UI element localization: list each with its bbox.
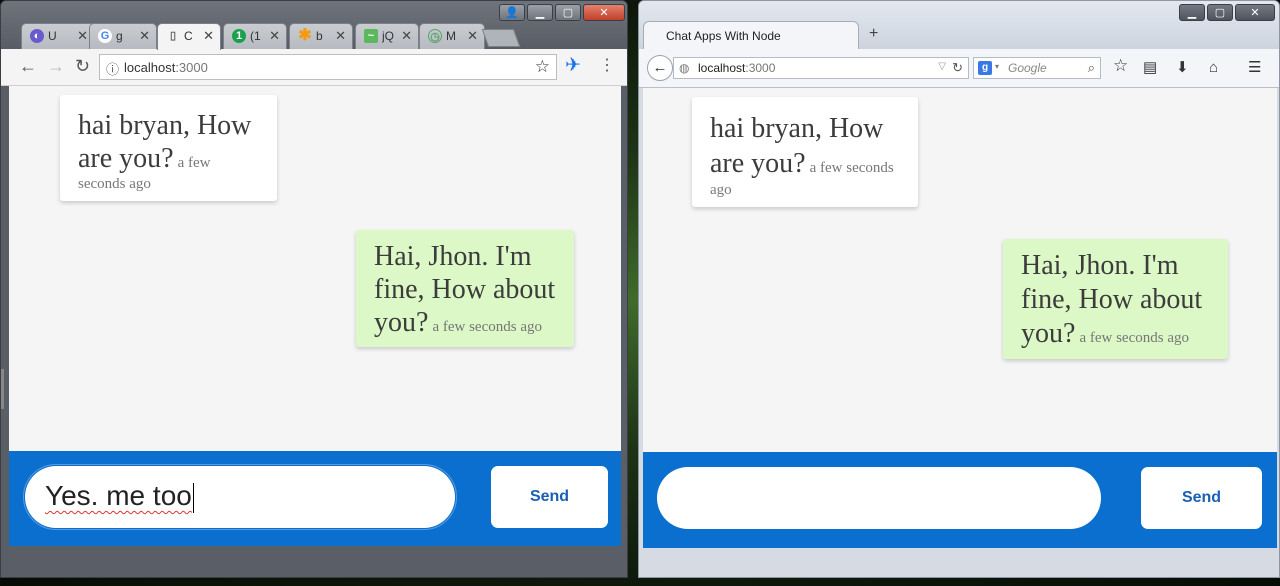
info-icon: ⓘ [106,62,120,77]
close-icon[interactable]: ✕ [467,28,478,44]
close-icon[interactable]: ✕ [335,28,346,44]
star-icon[interactable]: ☆ [535,57,550,77]
send-button[interactable]: Send [1141,467,1262,529]
chevron-down-icon[interactable]: ▾ [995,62,999,71]
composer-bar: Send [643,452,1277,548]
close-window-button[interactable]: ✕ [1235,4,1275,21]
tab-4[interactable]: 1 (1 ✕ [223,23,287,49]
new-tab-button[interactable] [481,29,521,47]
user-icon[interactable]: 👤 [499,4,525,21]
message-input[interactable] [657,467,1101,529]
message-incoming: hai bryan, How are you? a few seconds ag… [692,97,918,207]
asterisk-icon: ✱ [298,27,312,44]
bookmarks-list-icon[interactable]: ▤ [1143,60,1157,75]
search-placeholder: Google [1008,61,1047,75]
tab-3-active[interactable]: ▯ C ✕ [157,23,221,50]
tab-5[interactable]: ✱ b ✕ [289,23,353,49]
scrollbar[interactable] [1,369,4,409]
globe-icon: ◍ [679,61,690,75]
tab-label: b [316,29,323,43]
address-bar[interactable]: ◍ localhost:3000 ▽ ↻ [673,57,969,79]
window-controls: ▁ ▢ ✕ [1179,4,1275,22]
message-input[interactable]: Yes. me too [23,464,457,530]
tab-7[interactable]: ◷ M ✕ [419,23,485,49]
airplane-icon[interactable]: ✈ [565,56,581,75]
spinner-icon: ◐ [30,29,44,43]
chat-page: hai bryan, How are you? a few seconds ag… [9,86,621,546]
address-bar[interactable]: ⓘ localhost:3000 ☆ [99,54,557,80]
close-icon[interactable]: ✕ [139,28,150,44]
close-window-button[interactable]: ✕ [583,4,625,21]
home-icon[interactable]: ⌂ [1209,60,1218,75]
back-icon[interactable]: ← [647,55,673,81]
back-icon[interactable]: ← [19,57,37,75]
jquery-icon: ~ [364,29,378,43]
tab-6[interactable]: ~ jQ ✕ [355,23,419,49]
download-icon[interactable]: ⬇ [1176,60,1189,75]
close-icon[interactable]: ✕ [77,28,88,44]
search-box[interactable]: g ▾ Google ⌕ [973,57,1101,79]
chat-page: hai bryan, How are you? a few seconds ag… [643,88,1277,548]
tab-label: U [48,29,57,43]
google-icon: g [978,61,992,75]
clock-icon: ◷ [428,29,442,43]
tab-label: M [446,29,456,43]
url-text: localhost:3000 [698,61,776,75]
message-time: a few seconds ago [1079,330,1189,346]
tab-1[interactable]: ◐ U ✕ [21,23,95,49]
tab-strip: ◐ U ✕ G g ✕ ▯ C ✕ 1 (1 ✕ ✱ b ✕ ~ jQ ✕ ◷ … [1,1,627,50]
dropdown-arrow-icon[interactable]: ▽ [938,61,946,72]
message-outgoing: Hai, Jhon. I'm fine, How about you? a fe… [1003,239,1228,359]
tab-label: jQ [382,29,394,43]
minimize-button[interactable]: ▁ [1179,4,1205,21]
minimize-button[interactable]: ▁ [527,4,553,21]
message-text: hai bryan, How are you? [78,110,252,174]
reload-icon[interactable]: ↻ [75,57,90,75]
maximize-button[interactable]: ▢ [1207,4,1233,21]
tab-label: g [116,29,123,43]
tab-chat-apps[interactable]: Chat Apps With Node [643,21,859,49]
search-icon[interactable]: ⌕ [1088,60,1095,76]
menu-icon[interactable]: ☰ [1248,60,1261,75]
window-controls: 👤 ▁ ▢ ✕ [499,4,625,22]
new-tab-icon[interactable]: + [869,25,878,43]
message-input-value: Yes. me too [45,480,194,513]
message-incoming: hai bryan, How are you? a few seconds ag… [60,95,277,201]
reload-icon[interactable]: ↻ [952,60,963,76]
close-icon[interactable]: ✕ [401,28,412,44]
maximize-button[interactable]: ▢ [555,4,581,21]
firefox-window: Chat Apps With Node + ▁ ▢ ✕ ← ◍ localhos… [638,0,1280,578]
badge-one-icon: 1 [232,29,246,43]
tab-strip: Chat Apps With Node + ▁ ▢ ✕ [639,1,1279,49]
tab-title: Chat Apps With Node [666,29,781,43]
message-outgoing: Hai, Jhon. I'm fine, How about you? a fe… [356,230,574,347]
browser-toolbar: ← ◍ localhost:3000 ▽ ↻ g ▾ Google ⌕ ☆ ▤ … [639,49,1279,88]
star-icon[interactable]: ☆ [1113,57,1128,74]
tab-label: (1 [250,29,261,43]
google-icon: G [98,29,112,43]
page-icon: ▯ [169,30,177,42]
composer-bar: Yes. me too Send [9,451,621,546]
send-button[interactable]: Send [491,466,608,528]
url-text: localhost:3000 [124,60,208,75]
browser-toolbar: ← → ↻ ⓘ localhost:3000 ☆ ✈ ⋮ [1,49,627,86]
forward-icon[interactable]: → [47,57,65,75]
close-icon[interactable]: ✕ [269,28,280,44]
chrome-window: ◐ U ✕ G g ✕ ▯ C ✕ 1 (1 ✕ ✱ b ✕ ~ jQ ✕ ◷ … [0,0,628,578]
tab-2[interactable]: G g ✕ [89,23,157,49]
menu-icon[interactable]: ⋮ [599,57,615,75]
message-time: a few seconds ago [432,319,542,335]
close-icon[interactable]: ✕ [203,28,214,44]
tab-label: C [184,29,193,43]
